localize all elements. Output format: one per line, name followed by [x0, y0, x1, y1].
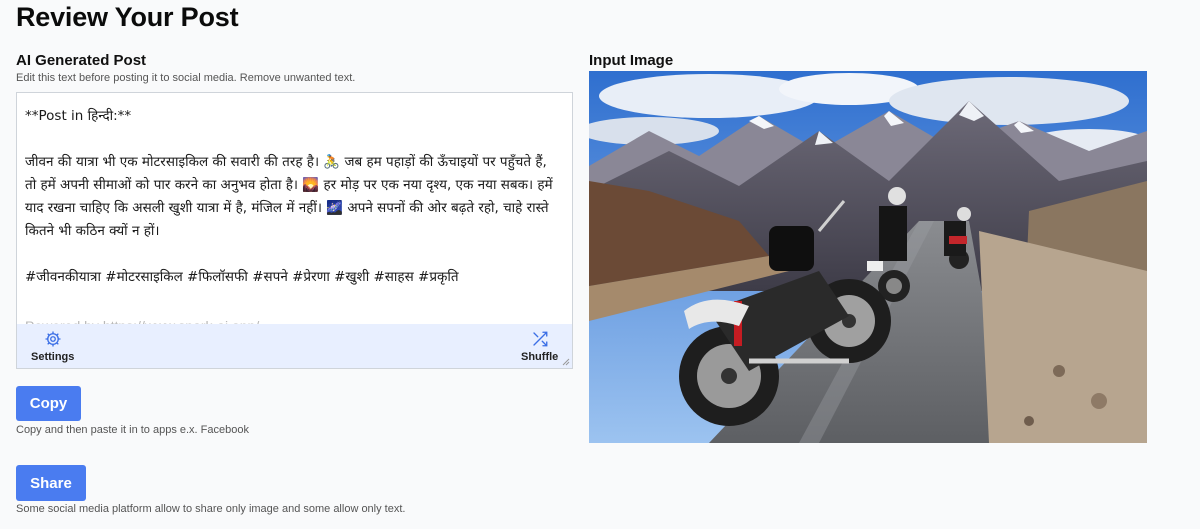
- post-textarea[interactable]: **Post in हिन्दी:** जीवन की यात्रा भी एक…: [16, 92, 573, 369]
- post-text[interactable]: **Post in हिन्दी:** जीवन की यात्रा भी एक…: [25, 105, 562, 289]
- shuffle-button[interactable]: Shuffle: [521, 330, 558, 363]
- post-section-title: AI Generated Post: [16, 52, 147, 69]
- input-image-title: Input Image: [589, 52, 674, 69]
- settings-button[interactable]: Settings: [31, 330, 74, 363]
- shuffle-label: Shuffle: [521, 351, 559, 363]
- page-title: Review Your Post: [16, 2, 239, 32]
- share-button[interactable]: Share: [16, 465, 86, 501]
- settings-label: Settings: [31, 351, 75, 363]
- copy-button[interactable]: Copy: [16, 386, 81, 421]
- post-toolbar: Settings Shuffle: [17, 324, 572, 368]
- post-section-hint: Edit this text before posting it to soci…: [16, 72, 356, 84]
- input-image: [589, 71, 1147, 443]
- share-hint: Some social media platform allow to shar…: [16, 503, 406, 515]
- gear-icon: [45, 331, 61, 347]
- resize-handle-icon[interactable]: [562, 358, 570, 366]
- copy-hint: Copy and then paste it in to apps e.x. F…: [16, 424, 249, 436]
- shuffle-icon: [532, 331, 548, 347]
